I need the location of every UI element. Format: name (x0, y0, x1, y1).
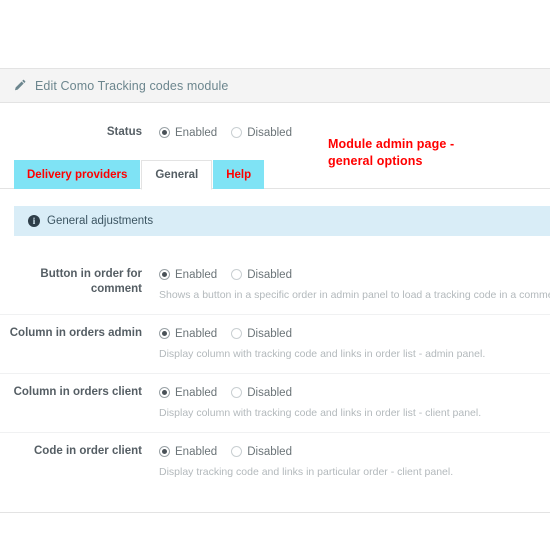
tab-general[interactable]: General (141, 160, 213, 190)
general-adjustments-banner: i General adjustments (14, 206, 550, 236)
radio-dot-icon[interactable] (231, 127, 243, 138)
status-radio-disabled[interactable]: Disabled (231, 127, 292, 139)
setting-radio-enabled-label: Enabled (175, 268, 218, 281)
setting-radio-disabled[interactable]: Disabled (231, 328, 292, 340)
setting-radio-group: Enabled Disabled (159, 326, 550, 341)
panel-header: Edit Como Tracking codes module (0, 69, 550, 103)
tab-delivery-providers[interactable]: Delivery providers (14, 160, 141, 189)
general-adjustments-label: General adjustments (47, 215, 154, 227)
radio-dot-icon[interactable] (231, 328, 243, 339)
radio-dot-icon[interactable] (231, 387, 243, 398)
setting-label: Button in order for comment (40, 268, 142, 295)
setting-radio-disabled-label: Disabled (247, 386, 292, 399)
setting-radio-enabled[interactable]: Enabled (159, 387, 217, 399)
setting-row-column-in-orders-admin: Column in orders admin Enabled Disabled … (0, 315, 550, 374)
setting-label: Column in orders admin (9, 327, 142, 339)
setting-row-button-in-order-for-comment: Button in order for comment Enabled Disa… (0, 256, 550, 315)
status-label: Status (106, 126, 142, 138)
setting-radio-enabled[interactable]: Enabled (159, 269, 217, 281)
setting-control: Enabled Disabled Display column with tra… (142, 326, 550, 361)
radio-dot-icon[interactable] (231, 269, 243, 280)
radio-dot-icon[interactable] (159, 269, 170, 280)
radio-dot-icon[interactable] (159, 328, 170, 339)
setting-label: Code in order client (34, 445, 142, 457)
settings-list: Button in order for comment Enabled Disa… (0, 256, 550, 491)
module-admin-page: Edit Como Tracking codes module Status E… (0, 0, 550, 550)
setting-radio-disabled-label: Disabled (247, 268, 292, 281)
setting-radio-enabled[interactable]: Enabled (159, 328, 217, 340)
tab-list: Delivery providers General Help (14, 160, 265, 190)
setting-radio-disabled[interactable]: Disabled (231, 387, 292, 399)
setting-radio-disabled-label: Disabled (247, 445, 292, 458)
radio-dot-icon[interactable] (231, 446, 243, 457)
setting-radio-enabled-label: Enabled (175, 386, 218, 399)
tab-help[interactable]: Help (213, 160, 265, 189)
radio-dot-icon[interactable] (159, 446, 170, 457)
setting-label: Column in orders client (13, 386, 142, 398)
setting-row-column-in-orders-client: Column in orders client Enabled Disabled… (0, 374, 550, 433)
setting-radio-disabled[interactable]: Disabled (231, 446, 292, 458)
setting-help-text: Display column with tracking code and li… (159, 407, 482, 419)
status-row: Status Enabled Disabled (0, 103, 550, 156)
setting-radio-disabled[interactable]: Disabled (231, 269, 292, 281)
radio-dot-icon[interactable] (159, 387, 170, 398)
setting-radio-group: Enabled Disabled (159, 267, 550, 282)
setting-radio-enabled[interactable]: Enabled (159, 446, 217, 458)
radio-dot-icon[interactable] (159, 127, 170, 138)
setting-help-text: Display column with tracking code and li… (159, 348, 486, 360)
setting-control: Enabled Disabled Display tracking code a… (142, 444, 550, 479)
status-radio-enabled[interactable]: Enabled (159, 127, 217, 139)
info-icon: i (28, 215, 40, 227)
pencil-icon (14, 79, 27, 92)
setting-row-code-in-order-client: Code in order client Enabled Disabled Di… (0, 433, 550, 491)
setting-radio-enabled-label: Enabled (175, 445, 218, 458)
status-radio-enabled-label: Enabled (175, 126, 218, 139)
tab-bar: Delivery providers General Help (0, 156, 550, 190)
setting-control: Enabled Disabled Display column with tra… (142, 385, 550, 420)
status-radio-disabled-label: Disabled (247, 126, 292, 139)
setting-radio-group: Enabled Disabled (159, 385, 550, 400)
setting-radio-enabled-label: Enabled (175, 327, 218, 340)
setting-radio-group: Enabled Disabled (159, 444, 550, 459)
page-title: Edit Como Tracking codes module (35, 78, 229, 93)
setting-help-text: Display tracking code and links in parti… (159, 466, 454, 478)
setting-control: Enabled Disabled Shows a button in a spe… (142, 267, 550, 302)
setting-help-text: Shows a button in a specific order in ad… (159, 289, 550, 301)
setting-radio-disabled-label: Disabled (247, 327, 292, 340)
